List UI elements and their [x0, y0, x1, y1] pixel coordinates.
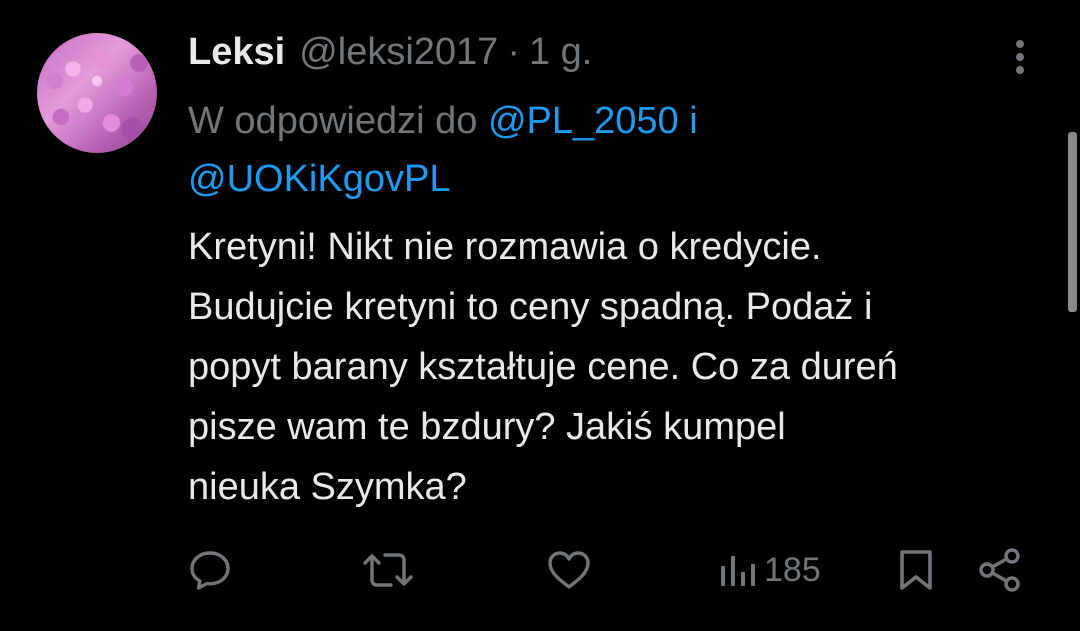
- separator-dot: ·: [507, 30, 520, 73]
- like-button[interactable]: [546, 540, 592, 600]
- reply-conjunction: i: [689, 100, 698, 142]
- author-handle[interactable]: @leksi2017: [299, 31, 498, 74]
- tweet-text-line: pisze wam te bzdury? Jakiś kumpel: [188, 406, 786, 448]
- author-name[interactable]: Leksi: [188, 31, 285, 74]
- tweet: Leksi @leksi2017 · 1 g. W odpowiedzi do …: [0, 0, 1080, 631]
- more-options-button[interactable]: [1002, 34, 1038, 78]
- tweet-text-line: popyt barany kształtuje cene. Co za dure…: [188, 346, 898, 388]
- tweet-text-line: Kretyni! Nikt nie rozmawia o kredycie.: [188, 226, 822, 268]
- views-chart-icon: [721, 556, 755, 586]
- retweet-button[interactable]: [362, 540, 414, 600]
- heart-icon: [548, 551, 590, 589]
- share-button[interactable]: [976, 540, 1024, 600]
- views-count: 185: [764, 550, 821, 589]
- retweet-icon: [363, 553, 413, 587]
- timestamp[interactable]: 1 g.: [529, 31, 592, 74]
- reply-mention-pl2050[interactable]: @PL_2050: [488, 100, 679, 142]
- reply-button[interactable]: [188, 540, 232, 600]
- reply-prefix: W odpowiedzi do: [188, 100, 478, 142]
- views-button[interactable]: 185: [718, 540, 821, 600]
- avatar[interactable]: [37, 33, 157, 153]
- scrollbar[interactable]: [1068, 132, 1077, 312]
- reply-icon: [190, 551, 230, 590]
- bookmark-icon: [900, 550, 932, 590]
- share-icon: [979, 548, 1020, 592]
- tweet-text-line: nieuka Szymka?: [188, 466, 467, 508]
- tweet-header: Leksi @leksi2017 · 1 g.: [188, 26, 592, 78]
- action-bar: 185: [0, 540, 1080, 600]
- reply-context: W odpowiedzi do @PL_2050 i @UOKiKgovPL: [188, 92, 1048, 208]
- tweet-text: Kretyni! Nikt nie rozmawia o kredycie. B…: [188, 217, 1068, 517]
- tweet-text-line: Budujcie kretyni to ceny spadną. Podaż i: [188, 286, 873, 328]
- bookmark-button[interactable]: [896, 540, 936, 600]
- reply-mention-uokik[interactable]: @UOKiKgovPL: [188, 158, 450, 200]
